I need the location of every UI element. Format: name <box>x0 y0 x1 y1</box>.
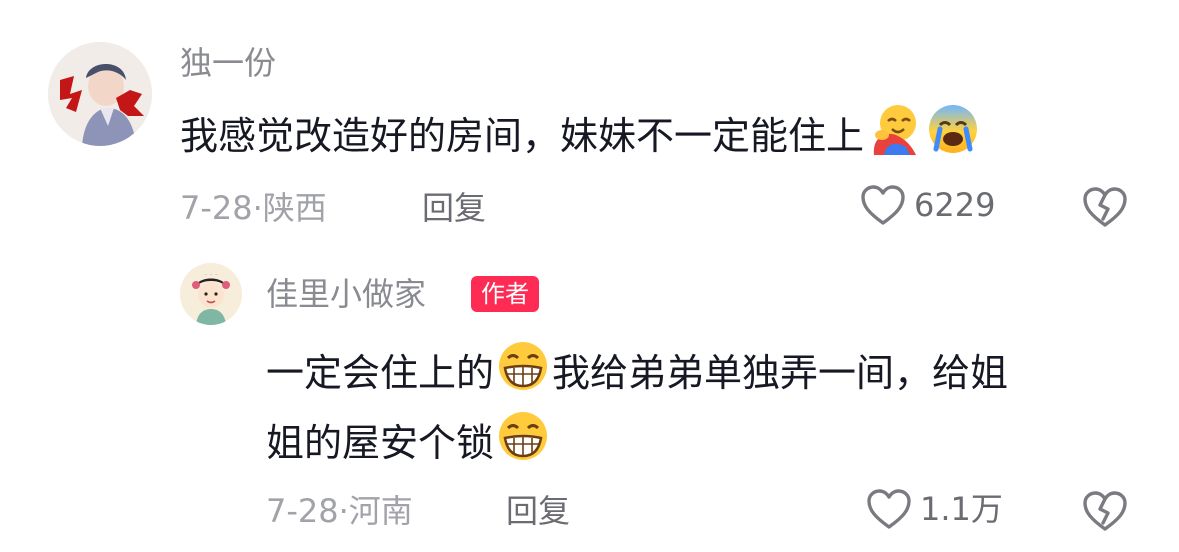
comment-text: 我感觉改造好的房间，妹妹不一定能住上 <box>180 103 982 173</box>
reply-location: 河南 <box>348 492 413 530</box>
reply-text-part1: 一定会住上的 <box>266 351 495 395</box>
reply-like-count: 1.1万 <box>920 490 1003 528</box>
heart-icon <box>866 488 912 530</box>
like-button[interactable]: 6229 <box>860 184 995 226</box>
reply-text: 一定会住上的 我给弟弟单独弄一间，给姐 姐的屋安个锁 <box>266 340 1156 480</box>
grin-emoji <box>496 340 550 410</box>
reply-username[interactable]: 佳里小做家 <box>266 274 426 314</box>
meta-separator: · <box>252 189 263 227</box>
reply-button[interactable]: 回复 <box>422 188 486 228</box>
reply-avatar[interactable]: . . . <box>180 263 242 325</box>
reply-like-button[interactable]: 1.1万 <box>866 488 1003 530</box>
dislike-button[interactable] <box>1082 186 1128 232</box>
svg-text:. . .: . . . <box>205 268 218 277</box>
meta-separator: · <box>338 492 349 530</box>
reply-dislike-button[interactable] <box>1082 490 1128 536</box>
avatar[interactable] <box>48 42 152 146</box>
reply-text-part2: 我给弟弟单独弄一间，给姐 <box>552 351 1009 395</box>
broken-heart-icon <box>1083 491 1127 531</box>
heart-icon <box>860 184 906 226</box>
reply-date: 7-28 <box>266 492 339 530</box>
hug-emoji <box>866 103 922 173</box>
comment-location: 陕西 <box>262 189 327 227</box>
author-badge: 作者 <box>471 276 539 312</box>
comment-username[interactable]: 独一份 <box>180 43 276 83</box>
avatar-image <box>48 42 152 146</box>
reply-text-part3: 姐的屋安个锁 <box>266 421 495 465</box>
comment-meta: 7-28·陕西 <box>180 188 327 228</box>
comment-date: 7-28 <box>180 189 253 227</box>
reply-reply-button[interactable]: 回复 <box>506 491 570 531</box>
grin-emoji <box>496 410 550 480</box>
like-count: 6229 <box>914 186 996 224</box>
comment-text-main: 我感觉改造好的房间，妹妹不一定能住上 <box>180 114 865 158</box>
crying-emoji <box>926 103 980 173</box>
reply-avatar-image: . . . <box>180 263 242 325</box>
reply-meta: 7-28·河南 <box>266 491 413 531</box>
broken-heart-icon <box>1083 187 1127 227</box>
